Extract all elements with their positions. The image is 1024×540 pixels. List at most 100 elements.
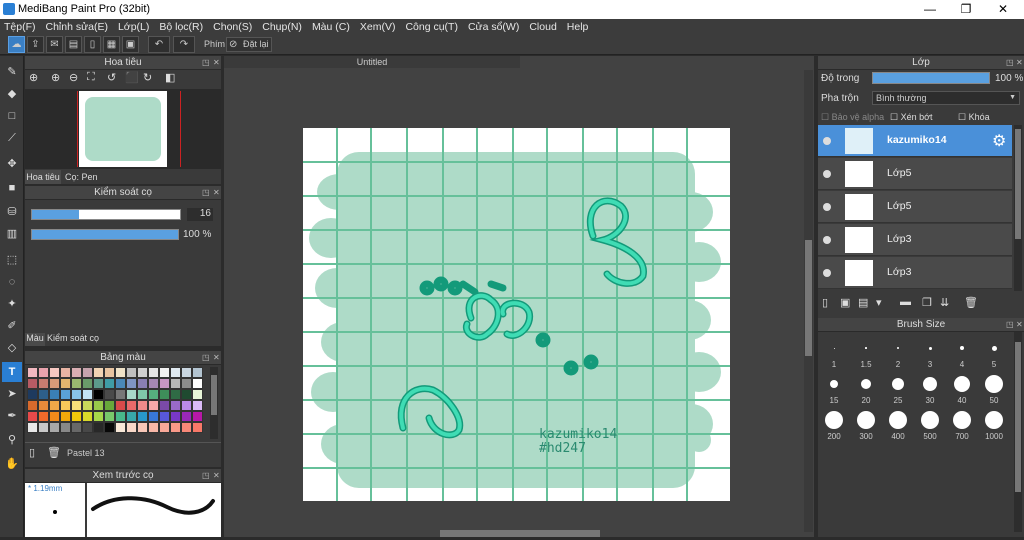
- color-swatch[interactable]: [38, 411, 49, 422]
- color-swatch[interactable]: [71, 411, 82, 422]
- color-swatch[interactable]: [82, 422, 93, 433]
- opacity-slider[interactable]: [31, 229, 179, 240]
- menu-capture[interactable]: Chụp(N): [262, 19, 302, 35]
- color-swatch[interactable]: [49, 422, 60, 433]
- color-swatch[interactable]: [137, 367, 148, 378]
- color-swatch[interactable]: [192, 400, 203, 411]
- eyedropper-tool-icon[interactable]: ✒: [2, 406, 22, 426]
- color-swatch[interactable]: [49, 367, 60, 378]
- hand-tool-icon[interactable]: ✋: [2, 454, 22, 474]
- color-swatch[interactable]: [115, 389, 126, 400]
- cloud-icon[interactable]: ☁: [8, 36, 25, 53]
- color-swatch[interactable]: [181, 411, 192, 422]
- color-swatch[interactable]: [38, 378, 49, 389]
- panel-close-icon[interactable]: ✕: [213, 469, 220, 483]
- color-swatch[interactable]: [148, 422, 159, 433]
- message-icon[interactable]: ▤: [65, 36, 82, 53]
- color-swatch[interactable]: [82, 411, 93, 422]
- new-palette-icon[interactable]: ▯: [29, 446, 35, 459]
- eraser-tool-icon[interactable]: ◆: [2, 84, 22, 104]
- zoom-out-icon[interactable]: ⊖: [69, 71, 78, 84]
- redo-icon[interactable]: ↷: [173, 36, 195, 53]
- color-swatch[interactable]: [93, 389, 104, 400]
- color-swatch[interactable]: [137, 400, 148, 411]
- visibility-icon[interactable]: [823, 269, 831, 277]
- color-swatch[interactable]: [60, 400, 71, 411]
- fullscreen-icon[interactable]: ⬛: [125, 71, 139, 84]
- add-layer-menu-icon[interactable]: ▾: [876, 296, 882, 309]
- color-swatch[interactable]: [170, 367, 181, 378]
- panel-close-icon[interactable]: ✕: [1016, 56, 1023, 70]
- lock-checkbox[interactable]: ☐ Khóa: [958, 112, 990, 123]
- tab-color[interactable]: Màu: [25, 333, 45, 346]
- visibility-icon[interactable]: [823, 203, 831, 211]
- menu-select[interactable]: Chọn(S): [213, 19, 252, 35]
- color-swatch[interactable]: [126, 411, 137, 422]
- color-swatch[interactable]: [71, 389, 82, 400]
- color-swatch[interactable]: [115, 400, 126, 411]
- brush-size-cell[interactable]: 1.5: [851, 334, 881, 370]
- color-swatch[interactable]: [93, 367, 104, 378]
- brush-size-cell[interactable]: 30: [915, 370, 945, 406]
- menu-color[interactable]: Màu (C): [312, 19, 350, 35]
- color-swatch[interactable]: [159, 400, 170, 411]
- panel-close-icon[interactable]: ✕: [213, 351, 220, 365]
- close-button[interactable]: ✕: [985, 0, 1021, 19]
- layer-row[interactable]: Lớp5: [818, 158, 1012, 190]
- comment-icon[interactable]: ✉: [46, 36, 63, 53]
- brush-size-cell[interactable]: 50: [979, 370, 1009, 406]
- fill-rect-tool-icon[interactable]: ■: [2, 178, 22, 198]
- color-swatch[interactable]: [38, 367, 49, 378]
- move-tool-icon[interactable]: ✥: [2, 154, 22, 174]
- color-swatch[interactable]: [82, 367, 93, 378]
- undo-icon[interactable]: ↶: [148, 36, 170, 53]
- brush-size-cell[interactable]: 20: [851, 370, 881, 406]
- brush-size-cell[interactable]: 15: [819, 370, 849, 406]
- panel-detach-icon[interactable]: ◳: [202, 56, 210, 70]
- color-swatch[interactable]: [104, 422, 115, 433]
- color-swatch[interactable]: [38, 400, 49, 411]
- visibility-icon[interactable]: [823, 170, 831, 178]
- brush-size-scrollbar[interactable]: [1014, 332, 1022, 532]
- color-swatch[interactable]: [115, 367, 126, 378]
- tab-brush[interactable]: Cọ: Pen: [65, 170, 98, 184]
- size-value[interactable]: 16: [187, 208, 213, 221]
- color-swatch[interactable]: [181, 389, 192, 400]
- page-icon[interactable]: ▯: [84, 36, 101, 53]
- color-swatch[interactable]: [137, 411, 148, 422]
- color-swatch[interactable]: [192, 411, 203, 422]
- color-swatch[interactable]: [93, 378, 104, 389]
- zoom-in-icon[interactable]: ⊕: [51, 71, 60, 84]
- palette-scrollbar[interactable]: [210, 367, 218, 439]
- menu-window[interactable]: Cửa sổ(W): [468, 19, 519, 35]
- color-swatch[interactable]: [115, 378, 126, 389]
- color-swatch[interactable]: [60, 389, 71, 400]
- brush-tool-icon[interactable]: ✎: [2, 62, 22, 82]
- panel-close-icon[interactable]: ✕: [1016, 318, 1023, 332]
- visibility-icon[interactable]: [823, 236, 831, 244]
- panel-detach-icon[interactable]: ◳: [202, 351, 210, 365]
- brush-size-cell[interactable]: 3: [915, 334, 945, 370]
- brush-size-cell[interactable]: 500: [915, 406, 945, 442]
- brush-size-cell[interactable]: 40: [947, 370, 977, 406]
- color-swatch[interactable]: [126, 389, 137, 400]
- color-swatch[interactable]: [104, 367, 115, 378]
- color-swatch[interactable]: [159, 389, 170, 400]
- color-swatch[interactable]: [71, 400, 82, 411]
- canvas-h-scrollbar[interactable]: [440, 530, 600, 537]
- menu-layer[interactable]: Lớp(L): [118, 19, 149, 35]
- color-swatch[interactable]: [115, 411, 126, 422]
- color-swatch[interactable]: [60, 367, 71, 378]
- color-swatch[interactable]: [27, 367, 38, 378]
- brush-size-cell[interactable]: 700: [947, 406, 977, 442]
- rotate-left-icon[interactable]: ↺: [107, 71, 116, 84]
- layer-row[interactable]: Lớp3: [818, 224, 1012, 256]
- operation-tool-icon[interactable]: ➤: [2, 384, 22, 404]
- color-swatch[interactable]: [148, 411, 159, 422]
- color-swatch[interactable]: [60, 378, 71, 389]
- size-slider[interactable]: [31, 209, 181, 220]
- line-tool-icon[interactable]: ⟋: [2, 128, 22, 148]
- drawing-canvas[interactable]: kazumiko14 #hd247: [303, 128, 730, 501]
- color-swatch[interactable]: [82, 400, 93, 411]
- fit-window-icon[interactable]: ⛶: [87, 71, 95, 84]
